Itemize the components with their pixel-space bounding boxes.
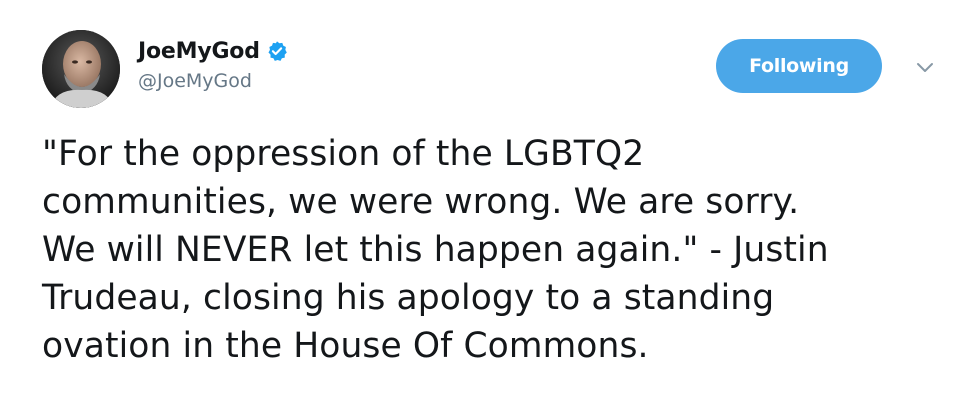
- avatar[interactable]: [42, 30, 120, 108]
- tweet-text: "For the oppression of the LGBTQ2 commun…: [42, 134, 829, 366]
- user-handle[interactable]: @JoeMyGod: [138, 70, 288, 92]
- verified-badge-icon: [266, 40, 288, 62]
- display-name[interactable]: JoeMyGod: [138, 39, 260, 64]
- following-button[interactable]: Following: [716, 39, 882, 93]
- user-avatar-photo-icon: [42, 30, 120, 108]
- author-info: JoeMyGod @JoeMyGod: [138, 36, 288, 92]
- chevron-down-icon[interactable]: [914, 56, 936, 78]
- tweet-card: JoeMyGod @JoeMyGod Following "For the op…: [0, 0, 980, 402]
- display-name-row: JoeMyGod: [138, 36, 288, 66]
